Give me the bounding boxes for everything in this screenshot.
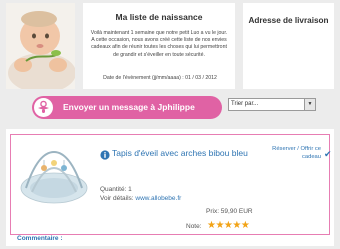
comment-label: Commentaire : — [17, 235, 63, 242]
product-card-border: Tapis d'éveil avec arches bibou bleu Qua… — [10, 134, 332, 235]
baby-photo — [6, 3, 75, 89]
rating-label: Note: — [186, 223, 202, 230]
list-info-panel: Ma liste de naissance Voilà maintenant 1… — [83, 3, 235, 89]
info-icon[interactable] — [100, 147, 110, 160]
rating-stars: ★★★★★ — [207, 220, 250, 231]
event-date: Date de l'évènement (jj/mm/aaaa) : 01 / … — [103, 75, 217, 81]
delivery-address-title: Adresse de livraison — [248, 16, 329, 25]
product-details: Voir détails: www.allobebe.fr — [100, 195, 181, 202]
product-title[interactable]: Tapis d'éveil avec arches bibou bleu — [112, 148, 248, 158]
details-link[interactable]: www.allobebe.fr — [135, 195, 181, 202]
list-description: Voilà maintenant 1 semaine que notre pet… — [90, 30, 228, 58]
sort-select-value: Trier par... — [231, 100, 259, 107]
product-card: Tapis d'éveil avec arches bibou bleu Qua… — [6, 129, 334, 246]
send-message-button[interactable]: Envoyer un message à Jphilippe — [32, 96, 222, 119]
sort-select[interactable]: Trier par... ▼ — [228, 98, 316, 111]
reserve-link[interactable]: Réserver / Offrir ce cadeau — [266, 145, 321, 161]
product-photo[interactable] — [18, 142, 90, 210]
pacifier-icon — [34, 98, 53, 117]
delivery-address-panel: Adresse de livraison — [243, 3, 334, 89]
chevron-down-icon: ▼ — [304, 99, 315, 110]
product-quantity: Quantité: 1 — [100, 186, 132, 193]
check-icon: ✔ — [324, 149, 332, 159]
product-price: Prix: 59,90 EUR — [206, 208, 253, 215]
list-title: Ma liste de naissance — [115, 12, 203, 22]
send-message-label: Envoyer un message à Jphilippe — [63, 102, 195, 112]
details-label: Voir détails: — [100, 195, 134, 202]
